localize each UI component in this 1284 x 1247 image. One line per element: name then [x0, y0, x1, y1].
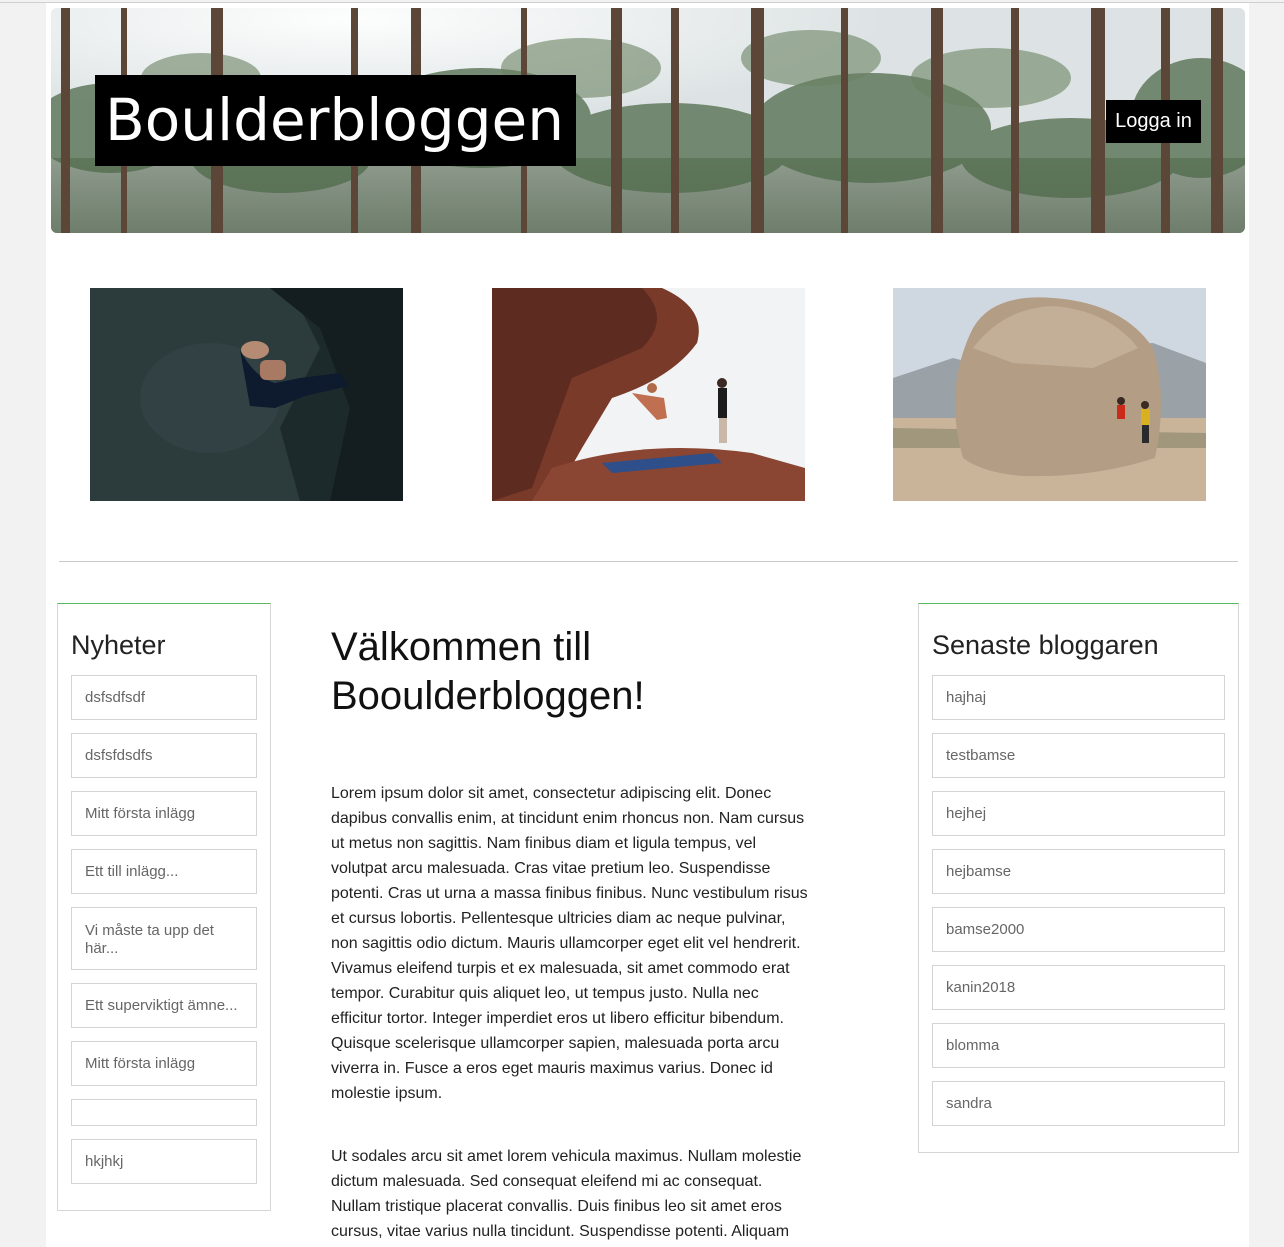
boulder-mountain-image [893, 288, 1206, 501]
climber-overhang-image [492, 288, 805, 501]
news-item[interactable]: Ett superviktigt ämne... [71, 983, 257, 1028]
page-container: Boulderbloggen Logga in Nyheter dsfsdfsd… [46, 3, 1249, 1247]
news-item[interactable]: Mitt första inlägg [71, 791, 257, 836]
news-item-empty[interactable] [71, 1099, 257, 1126]
bloggers-panel: Senaste bloggaren hajhaj testbamse hejhe… [918, 603, 1239, 1153]
article-title: Välkommen till Booulderbloggen! [331, 625, 645, 718]
article-paragraph: Lorem ipsum dolor sit amet, consectetur … [331, 785, 808, 1102]
climber-dark-rock-image [90, 288, 403, 501]
blogger-item[interactable]: hejbamse [932, 849, 1225, 894]
blogger-item[interactable]: bamse2000 [932, 907, 1225, 952]
blogger-item[interactable]: sandra [932, 1081, 1225, 1126]
news-item[interactable]: dsfsdfsdf [71, 675, 257, 720]
blogger-item[interactable]: blomma [932, 1023, 1225, 1068]
news-panel: Nyheter dsfsdfsdf dsfsfdsdfs Mitt första… [57, 603, 271, 1211]
login-button[interactable]: Logga in [1106, 100, 1201, 143]
blogger-item[interactable]: hajhaj [932, 675, 1225, 720]
news-heading: Nyheter [71, 630, 166, 660]
news-item[interactable]: dsfsfdsdfs [71, 733, 257, 778]
news-item[interactable]: hkjhkj [71, 1139, 257, 1184]
bloggers-heading: Senaste bloggaren [932, 630, 1159, 660]
article-paragraph: Ut sodales arcu sit amet lorem vehicula … [331, 1148, 802, 1240]
hero-header: Boulderbloggen Logga in [51, 8, 1245, 233]
section-divider [59, 561, 1238, 562]
blogger-item[interactable]: kanin2018 [932, 965, 1225, 1010]
news-item[interactable]: Ett till inlägg... [71, 849, 257, 894]
site-title[interactable]: Boulderbloggen [95, 75, 576, 166]
gallery-photo-climber-dark-rock[interactable] [90, 288, 403, 501]
blogger-item[interactable]: hejhej [932, 791, 1225, 836]
news-item[interactable]: Vi måste ta upp det här... [71, 907, 257, 970]
gallery-photo-climber-overhang[interactable] [492, 288, 805, 501]
gallery-photo-boulder-mountain[interactable] [893, 288, 1206, 501]
blogger-item[interactable]: testbamse [932, 733, 1225, 778]
news-item[interactable]: Mitt första inlägg [71, 1041, 257, 1086]
